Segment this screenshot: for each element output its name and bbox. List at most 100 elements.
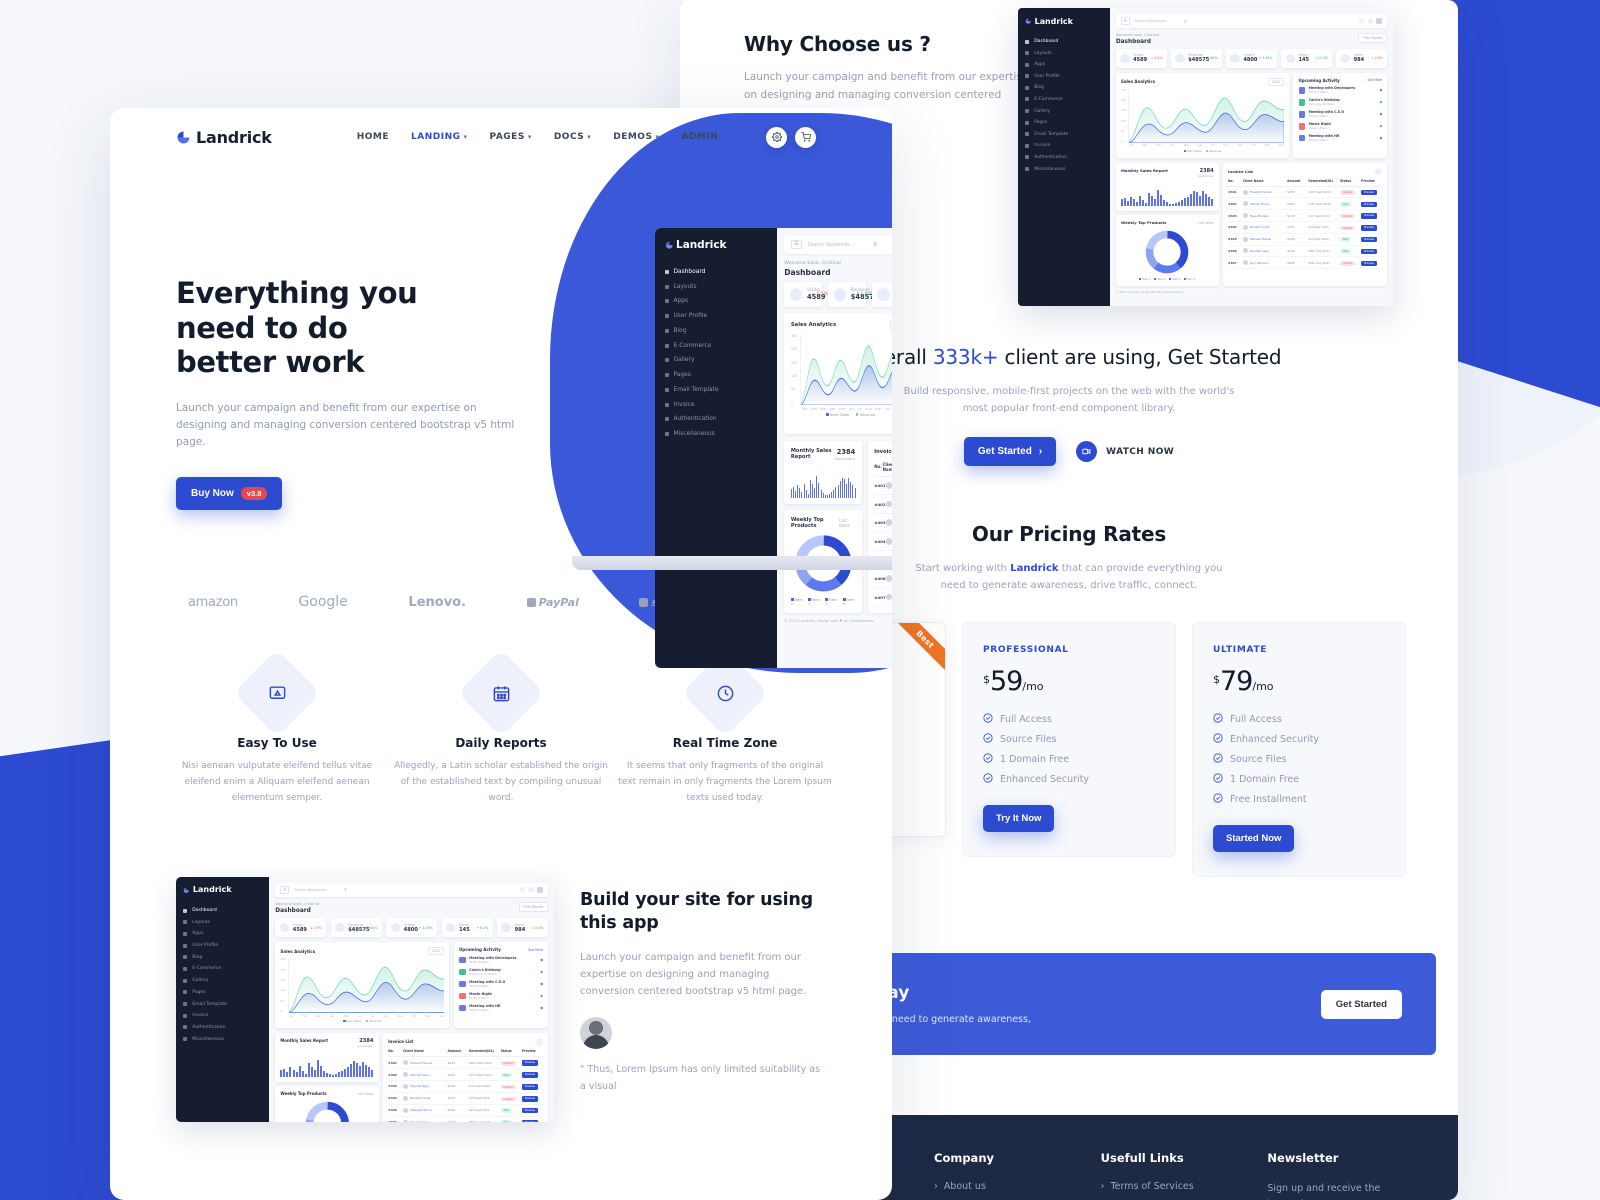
- dashboard-menu-item[interactable]: Invoice: [1025, 140, 1103, 152]
- avatar[interactable]: [537, 886, 544, 893]
- invoice-preview-button[interactable]: Preview: [1361, 201, 1377, 207]
- invoice-options-icon[interactable]: [535, 1038, 544, 1046]
- invoice-preview-button[interactable]: Preview: [1361, 225, 1377, 231]
- plan-cta-button[interactable]: Try It Now: [983, 805, 1055, 833]
- nav-item-docs[interactable]: DOCS ▾: [554, 132, 591, 142]
- dashboard-menu-item[interactable]: Apps: [664, 294, 768, 309]
- invoice-preview-button[interactable]: Preview: [1361, 213, 1377, 219]
- cart-icon[interactable]: [795, 126, 816, 148]
- dashboard-menu-item[interactable]: Pages: [1025, 117, 1103, 129]
- nav-item-landing[interactable]: LANDING ▾: [411, 132, 468, 142]
- dashboard-menu-item[interactable]: User Profile: [664, 309, 768, 324]
- dashboard-menu-item[interactable]: Dashboard: [664, 265, 768, 280]
- invoice-preview-button[interactable]: Preview: [521, 1096, 538, 1102]
- invoice-preview-button[interactable]: Preview: [1361, 248, 1377, 255]
- dashboard-menu-item[interactable]: Layouts: [664, 279, 768, 294]
- dashboard-menu-item[interactable]: Invoice: [664, 397, 768, 412]
- buy-now-button[interactable]: Buy Now v3.8: [176, 477, 283, 511]
- dashboard-menu-item[interactable]: E-Commerce: [1025, 94, 1103, 106]
- dashboard-menu-item[interactable]: Email Template: [183, 998, 262, 1010]
- footer-link-terms[interactable]: › Terms of Services: [1101, 1181, 1228, 1192]
- sales-year-select[interactable]: 2021: [1268, 77, 1285, 87]
- sales-year-select[interactable]: 2021: [889, 319, 892, 330]
- dashboard-menu-item[interactable]: Email Template: [664, 382, 768, 397]
- gear-icon[interactable]: [766, 126, 787, 148]
- dashboard-menu-item[interactable]: Miscellaneous: [664, 427, 768, 442]
- sales-year-select[interactable]: 2021: [428, 947, 445, 956]
- menu-bullet-icon: [664, 299, 669, 304]
- bell-icon[interactable]: [1367, 18, 1373, 24]
- overall-get-started-button[interactable]: Get Started ›: [963, 437, 1057, 467]
- search-icon[interactable]: ⚲: [873, 242, 877, 248]
- invoice-preview-button[interactable]: Preview: [1361, 237, 1377, 243]
- dashboard-menu-item[interactable]: Blog: [1025, 82, 1103, 94]
- dashboard-menu-item[interactable]: Pages: [183, 986, 262, 998]
- dashboard-menu-item[interactable]: Pages: [664, 368, 768, 383]
- dashboard-menu-item[interactable]: Authentication: [664, 412, 768, 427]
- nav-item-admin[interactable]: ADMIN: [681, 132, 718, 142]
- dashboard-menu-item[interactable]: Apps: [183, 928, 262, 940]
- invoice-preview-button[interactable]: Preview: [1361, 189, 1377, 196]
- stat-delta: ↘ 0.5%: [1370, 56, 1383, 61]
- dashboard-menu-item[interactable]: Authentication: [183, 1022, 262, 1034]
- search-icon[interactable]: ⚲: [1184, 19, 1187, 24]
- dashboard-menu-item[interactable]: Dashboard: [1025, 36, 1103, 48]
- dashboard-menu-item[interactable]: Miscellaneous: [1025, 163, 1103, 175]
- footer-link-about-us[interactable]: › About us: [934, 1181, 1061, 1192]
- dashboard-menu-item[interactable]: Gallery: [183, 975, 262, 987]
- dashboard-search-input[interactable]: Search Keywords...: [808, 242, 855, 248]
- invoice-col-header: Amount: [447, 1049, 461, 1054]
- nav-item-home[interactable]: HOME: [357, 132, 389, 142]
- y-tick: 300: [1120, 89, 1126, 92]
- grid-icon[interactable]: [1359, 18, 1365, 24]
- dashboard-menu-item[interactable]: E-Commerce: [664, 338, 768, 353]
- dashboard-menu-item[interactable]: Gallery: [1025, 105, 1103, 117]
- plan-cta-button[interactable]: Started Now: [1213, 825, 1295, 853]
- see-more-link[interactable]: See More: [1368, 78, 1383, 82]
- nav-item-label: DOCS: [553, 132, 585, 142]
- invoice-preview-button[interactable]: Preview: [521, 1060, 538, 1066]
- invoice-options-icon[interactable]: [1375, 167, 1383, 176]
- grid-icon[interactable]: [519, 887, 525, 893]
- legend-item: Item 4: [1184, 277, 1195, 281]
- hamburger-icon[interactable]: ☰: [1120, 17, 1130, 25]
- dashboard-menu-item[interactable]: Invoice: [183, 1010, 262, 1022]
- dashboard-menu-item[interactable]: Email Template: [1025, 128, 1103, 140]
- dashboard-menu-item[interactable]: Miscellaneous: [183, 1033, 262, 1045]
- watch-now-button[interactable]: WATCH NOW: [1076, 441, 1174, 463]
- dashboard-menu-item[interactable]: Layouts: [1025, 47, 1103, 59]
- dashboard-menu-item[interactable]: Blog: [664, 324, 768, 339]
- dashboard-menu-item[interactable]: E-Commerce: [183, 963, 262, 975]
- dashboard-period-select[interactable]: This Month: [518, 902, 549, 912]
- monthly-sales-title: Monthly Sales Report: [790, 447, 832, 460]
- invoice-preview-button[interactable]: Preview: [521, 1120, 538, 1122]
- dashboard-menu-item[interactable]: Layouts: [183, 916, 262, 928]
- dashboard-menu-item[interactable]: Apps: [1025, 59, 1103, 71]
- dashboard-period-select[interactable]: This Month: [1358, 33, 1388, 43]
- dashboard-menu-item[interactable]: Blog: [183, 951, 262, 963]
- trial-get-started-button[interactable]: Get Started: [1320, 989, 1402, 1019]
- dashboard-search-input[interactable]: Search Keywords...: [1134, 19, 1169, 23]
- dashboard-menu-item[interactable]: User Profile: [1025, 70, 1103, 82]
- nav-item-pages[interactable]: PAGES ▾: [490, 132, 532, 142]
- hamburger-icon[interactable]: ☰: [280, 886, 290, 894]
- dashboard-search-input[interactable]: Search Keywords...: [294, 887, 330, 892]
- hamburger-icon[interactable]: ☰: [790, 240, 802, 250]
- see-more-link[interactable]: See More: [528, 948, 543, 952]
- bell-icon[interactable]: [528, 887, 534, 893]
- invoice-preview-button[interactable]: Preview: [521, 1072, 538, 1078]
- nav-item-demos[interactable]: DEMOS ▾: [613, 132, 659, 142]
- invoice-preview-button[interactable]: Preview: [1361, 260, 1377, 266]
- invoice-table-row: #405 Melissa Hibner $458 1st Sept 2021 Paid P…: [1228, 234, 1383, 246]
- dashboard-menu-item[interactable]: Gallery: [664, 353, 768, 368]
- dashboard-menu-item[interactable]: Dashboard: [183, 905, 262, 917]
- invoice-preview-button[interactable]: Preview: [521, 1084, 538, 1090]
- dashboard-menu-item[interactable]: Authentication: [1025, 152, 1103, 164]
- feature-title: Easy To Use: [237, 736, 317, 751]
- invoice-preview-button[interactable]: Preview: [521, 1108, 538, 1114]
- avatar[interactable]: [1376, 18, 1383, 24]
- search-icon[interactable]: ⚲: [344, 887, 347, 892]
- x-tick: Aug: [865, 406, 872, 411]
- brand-logo[interactable]: Landrick: [176, 128, 272, 147]
- dashboard-menu-item[interactable]: User Profile: [183, 940, 262, 952]
